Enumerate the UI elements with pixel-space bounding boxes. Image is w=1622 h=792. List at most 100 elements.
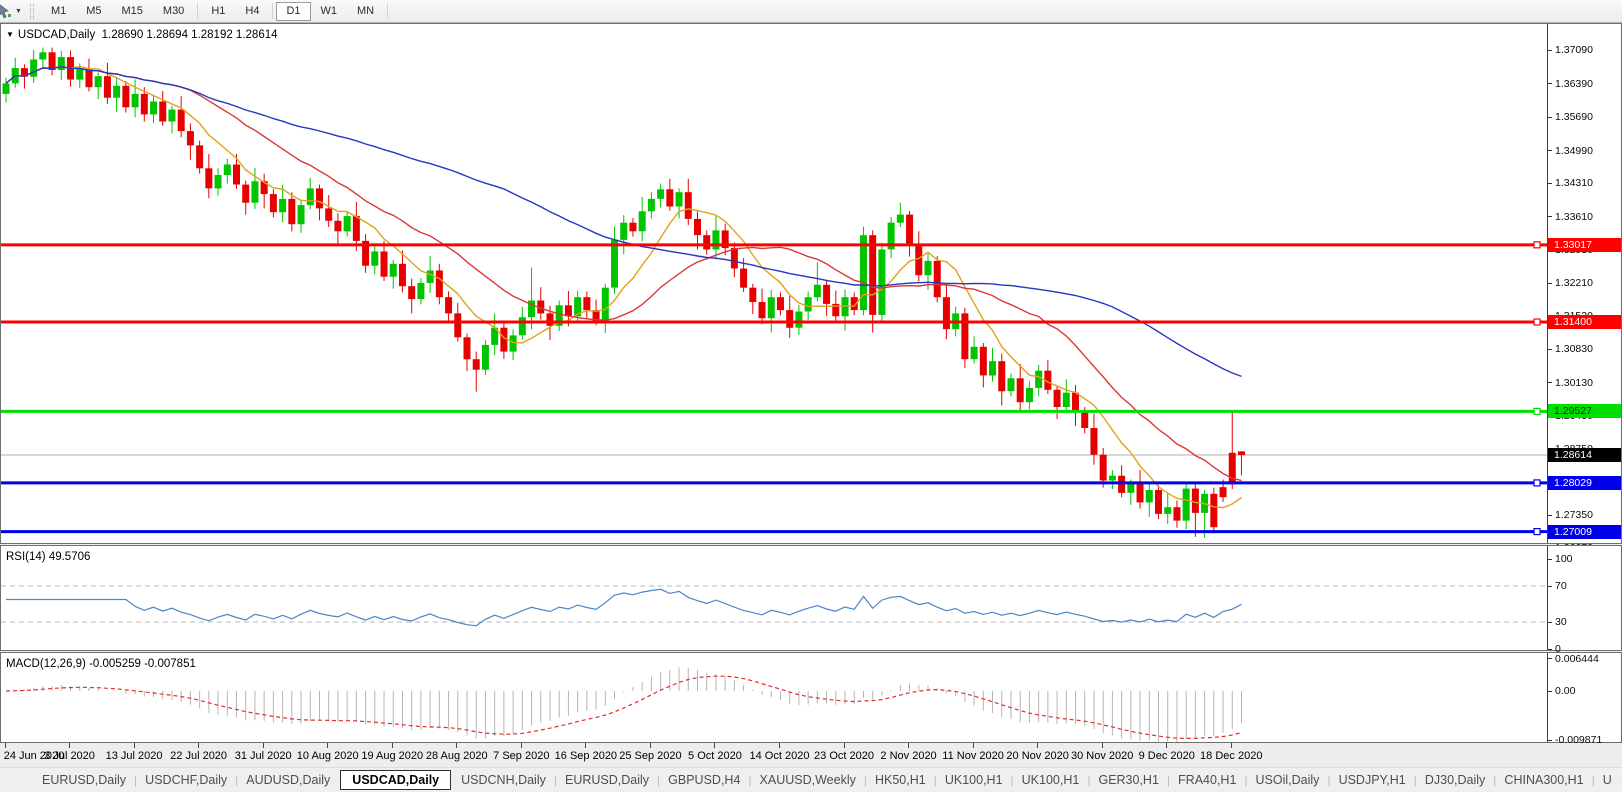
timeframe-button-d1[interactable]: D1 <box>276 1 311 21</box>
axis-tick-label: 1.32210 <box>1555 277 1593 290</box>
time-axis-label: 11 Nov 2020 <box>942 750 1004 762</box>
candlestick-chart[interactable] <box>1 24 1547 541</box>
axis-tick-label: 1.30830 <box>1555 343 1593 356</box>
chart-tabs-bar: EURUSD,Daily | USDCHF,Daily | AUDUSD,Daily US… <box>0 767 1622 792</box>
axis-tick-label: 100 <box>1555 553 1573 565</box>
chart-collapse-icon[interactable]: ▼ <box>6 30 14 39</box>
rsi-label: RSI(14) 49.5706 <box>6 551 91 563</box>
time-axis-label: 30 Nov 2020 <box>1070 750 1134 762</box>
line-handle <box>1533 527 1541 536</box>
time-axis-label: 23 Oct 2020 <box>814 750 874 762</box>
axis-tick-mark <box>1548 740 1552 741</box>
chart-tab-eurusd-daily[interactable]: EURUSD,Daily <box>557 770 657 790</box>
chart-tab-u[interactable]: U <box>1595 770 1620 790</box>
rsi-line <box>6 588 1242 627</box>
axis-tick-mark <box>1548 349 1552 350</box>
chart-tab-usoil-daily[interactable]: USOil,Daily <box>1248 770 1328 790</box>
main-chart-window[interactable]: ▼ USDCAD,Daily 1.28690 1.28694 1.28192 1.… <box>0 23 1622 554</box>
time-axis[interactable]: 24 Jun 2020 3 Jul 2020 13 Jul 2020 22 Jul 2… <box>0 743 1622 767</box>
macd-label: MACD(12,26,9) -0.005259 -0.007851 <box>6 658 196 670</box>
macd-indicator-window[interactable]: MACD(12,26,9) -0.005259 -0.007851 0.0064… <box>0 652 1622 746</box>
time-axis-tick <box>1166 743 1167 748</box>
rsi-chart[interactable] <box>1 546 1547 650</box>
toolbar-separator <box>272 3 274 19</box>
line-handle <box>1533 318 1541 326</box>
axis-tick-label: 0.00 <box>1555 685 1576 697</box>
price-axis[interactable]: 1.37090 1.36390 1.35690 1.34990 1.34310 1.336… <box>1547 24 1621 554</box>
toolbar-grip-handle[interactable] <box>29 3 34 19</box>
time-axis-label: 19 Aug 2020 <box>361 750 424 762</box>
rsi-indicator-window[interactable]: RSI(14) 49.5706 100 70 30 0 <box>0 545 1622 655</box>
time-axis-label: 31 Jul 2020 <box>234 750 292 762</box>
time-axis-label: 13 Jul 2020 <box>105 750 163 762</box>
chart-symbol-label: USDCAD,Daily <box>17 29 96 41</box>
chart-tab-uk100-h1[interactable]: UK100,H1 <box>1014 770 1088 790</box>
chart-tab-hk50-h1[interactable]: HK50,H1 <box>867 770 934 790</box>
axis-tick-label: 1.37090 <box>1555 44 1593 57</box>
timeframe-button-m1[interactable]: M1 <box>41 2 76 21</box>
time-axis-tick <box>779 743 780 748</box>
axis-tick-mark <box>1548 150 1552 151</box>
chart-ohlc-values: 1.28690 1.28694 1.28192 1.28614 <box>101 29 278 41</box>
ma-medium-line <box>5 65 1242 482</box>
axis-tick-label: 1.27350 <box>1555 509 1593 522</box>
chart-tab-china300-h1[interactable]: CHINA300,H1 <box>1496 770 1591 790</box>
level-price-label: 1.28029 <box>1548 475 1621 490</box>
timeframe-button-m5[interactable]: M5 <box>76 2 111 21</box>
axis-tick-mark <box>1548 691 1552 692</box>
macd-signal-line <box>5 675 1242 740</box>
chart-tab-usdchf-daily[interactable]: USDCHF,Daily <box>137 770 235 790</box>
line-handle <box>1533 241 1541 249</box>
time-axis-tick <box>263 743 264 748</box>
line-handle <box>1533 407 1541 416</box>
time-axis-label: 20 Nov 2020 <box>1006 750 1069 762</box>
chart-tab-dj30-daily[interactable]: DJ30,Daily <box>1417 770 1493 790</box>
timeframe-button-mn[interactable]: MN <box>347 2 384 21</box>
axis-tick-mark <box>1548 283 1552 284</box>
axis-tick-mark <box>1548 83 1552 84</box>
chart-tab-usdcnh-daily[interactable]: USDCNH,Daily <box>453 770 554 790</box>
axis-tick-mark <box>1548 658 1552 659</box>
time-axis-tick <box>456 743 457 748</box>
chart-tab-xauusd-weekly[interactable]: XAUUSD,Weekly <box>752 770 864 790</box>
axis-tick-mark <box>1548 183 1552 184</box>
axis-tick-label: 1.34310 <box>1555 177 1593 190</box>
axis-tick-label: 1.36390 <box>1555 77 1593 90</box>
chart-tab-fra40-h1[interactable]: FRA40,H1 <box>1170 770 1244 790</box>
timeframe-button-h4[interactable]: H4 <box>235 2 269 21</box>
macd-chart[interactable] <box>1 653 1547 742</box>
chart-tab-ger30-h1[interactable]: GER30,H1 <box>1090 770 1166 790</box>
time-axis-tick <box>714 743 715 748</box>
chart-tab-audusd-daily[interactable]: AUDUSD,Daily <box>238 770 338 790</box>
axis-tick-mark <box>1548 622 1552 623</box>
time-axis-tick <box>1037 743 1038 748</box>
time-axis-label: 3 Jul 2020 <box>44 750 95 762</box>
time-axis-tick <box>1231 743 1232 748</box>
chart-tab-uk100-h1[interactable]: UK100,H1 <box>937 770 1011 790</box>
toolbar-separator <box>197 3 199 19</box>
axis-tick-mark <box>1548 586 1552 587</box>
toolbar-separator <box>387 3 389 19</box>
timeframe-button-m15[interactable]: M15 <box>112 2 153 21</box>
timeframe-button-m30[interactable]: M30 <box>153 2 194 21</box>
cursor-tool-dropdown-icon[interactable]: ▼ <box>14 8 27 15</box>
chart-tab-usdcad-daily[interactable]: USDCAD,Daily <box>340 770 452 790</box>
rsi-axis: 100 70 30 0 <box>1547 546 1621 655</box>
chart-tab-usdjpy-h1[interactable]: USDJPY,H1 <box>1331 770 1414 790</box>
time-axis-tick <box>5 743 6 748</box>
chart-tab-eurusd-daily[interactable]: EURUSD,Daily <box>34 770 134 790</box>
chart-title: ▼ USDCAD,Daily 1.28690 1.28694 1.28192 1.… <box>6 29 278 41</box>
time-axis-label: 18 Dec 2020 <box>1200 750 1263 762</box>
chart-tab-gbpusd-h4[interactable]: GBPUSD,H4 <box>660 770 748 790</box>
axis-tick-label: 0.006444 <box>1555 652 1599 665</box>
time-axis-label: 2 Nov 2020 <box>880 750 937 762</box>
time-axis-label: 22 Jul 2020 <box>170 750 228 762</box>
level-price-label: 1.31400 <box>1548 315 1621 330</box>
cursor-tool-icon[interactable] <box>0 2 14 20</box>
timeframe-button-w1[interactable]: W1 <box>311 2 348 21</box>
timeframe-button-h1[interactable]: H1 <box>201 2 235 21</box>
axis-tick-label: 1.33610 <box>1555 210 1593 223</box>
time-axis-tick <box>1102 743 1103 748</box>
time-axis-tick <box>69 743 70 748</box>
axis-tick-label: 1.35690 <box>1555 111 1593 124</box>
